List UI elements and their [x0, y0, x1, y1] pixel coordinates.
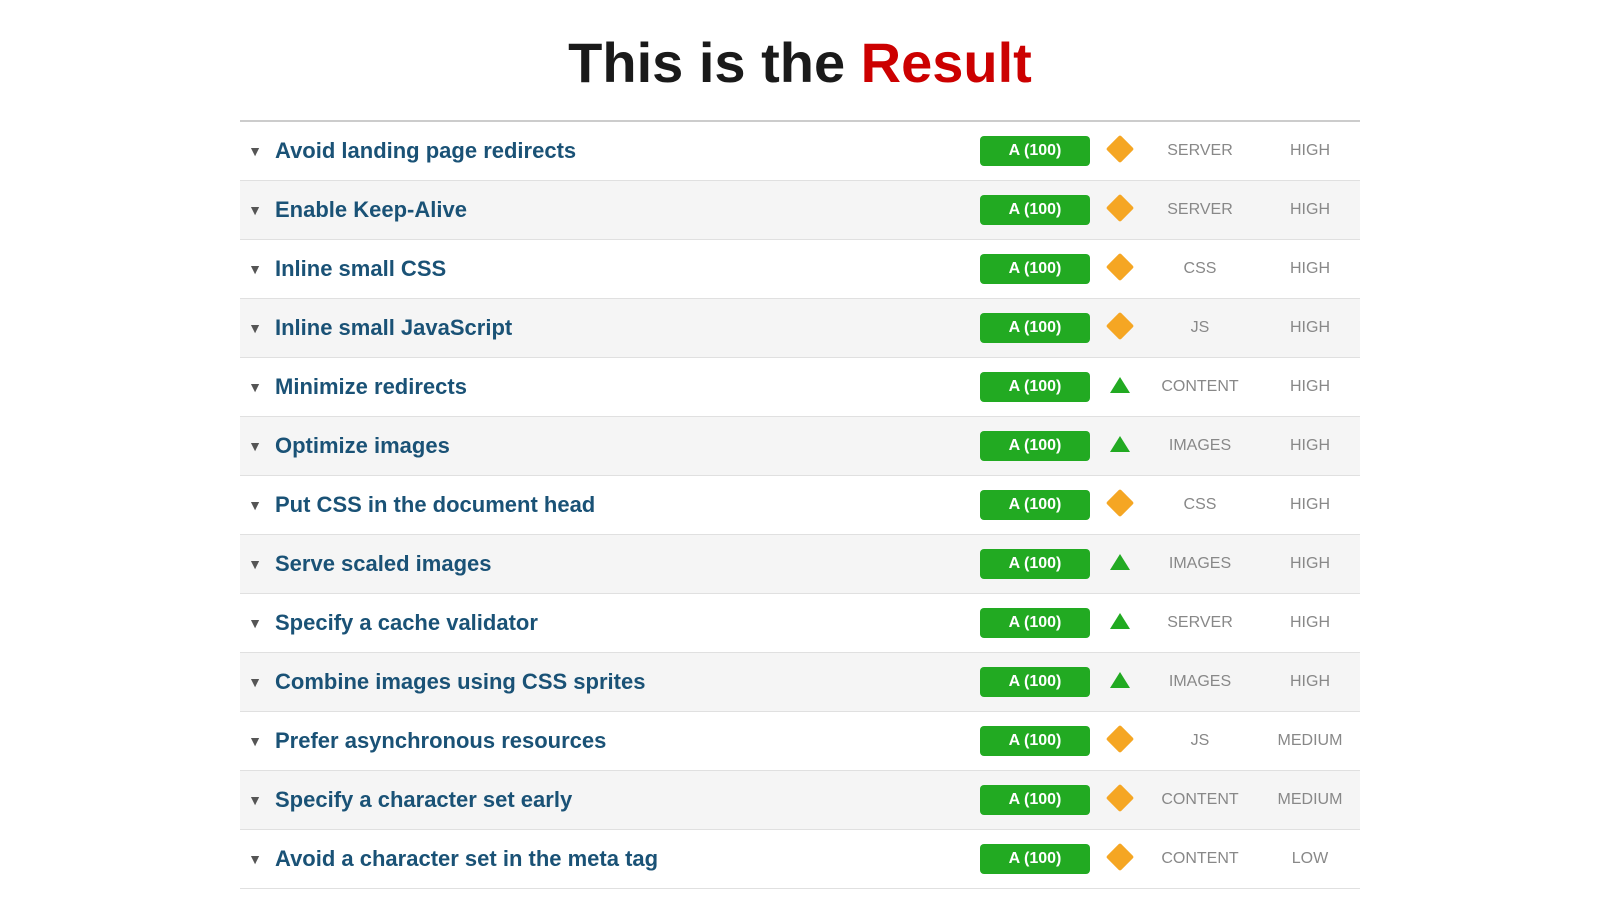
arrow-up-icon	[1110, 672, 1130, 688]
chevron-down-icon[interactable]: ▼	[240, 379, 270, 395]
priority-label: HIGH	[1260, 614, 1360, 632]
priority-label: HIGH	[1260, 378, 1360, 396]
priority-label: MEDIUM	[1260, 732, 1360, 750]
score-badge: A (100)	[980, 844, 1090, 874]
row-title: Minimize redirects	[270, 374, 980, 400]
row-title: Inline small CSS	[270, 256, 980, 282]
diamond-icon	[1106, 783, 1134, 811]
chevron-down-icon[interactable]: ▼	[240, 202, 270, 218]
table-row[interactable]: ▼Inline small CSSA (100) CSSHIGH	[240, 240, 1360, 299]
diamond-icon	[1106, 724, 1134, 752]
page-title: This is the Result	[0, 0, 1600, 120]
score-badge: A (100)	[980, 785, 1090, 815]
category-label: SERVER	[1140, 614, 1260, 632]
table-row[interactable]: ▼Avoid landing page redirectsA (100) SERV…	[240, 122, 1360, 181]
table-row[interactable]: ▼Put CSS in the document headA (100) CSSH…	[240, 476, 1360, 535]
diamond-icon	[1106, 252, 1134, 280]
chevron-down-icon[interactable]: ▼	[240, 143, 270, 159]
score-badge: A (100)	[980, 431, 1090, 461]
row-title: Enable Keep-Alive	[270, 197, 980, 223]
table-row[interactable]: ▼Specify a cache validatorA (100) SERVERH…	[240, 594, 1360, 653]
row-title: Avoid a character set in the meta tag	[270, 846, 980, 872]
diamond-icon	[1106, 488, 1134, 516]
row-title: Put CSS in the document head	[270, 492, 980, 518]
row-title: Avoid landing page redirects	[270, 138, 980, 164]
chevron-down-icon[interactable]: ▼	[240, 261, 270, 277]
diamond-icon	[1106, 842, 1134, 870]
row-title: Prefer asynchronous resources	[270, 728, 980, 754]
chevron-down-icon[interactable]: ▼	[240, 497, 270, 513]
table-row[interactable]: ▼Minimize redirectsA (100) CONTENTHIGH	[240, 358, 1360, 417]
table-row[interactable]: ▼Combine images using CSS spritesA (100)…	[240, 653, 1360, 712]
row-title: Specify a cache validator	[270, 610, 980, 636]
category-label: CONTENT	[1140, 850, 1260, 868]
score-badge: A (100)	[980, 195, 1090, 225]
category-label: CONTENT	[1140, 791, 1260, 809]
chevron-down-icon[interactable]: ▼	[240, 438, 270, 454]
arrow-up-icon	[1110, 613, 1130, 629]
diamond-icon	[1106, 134, 1134, 162]
table-row[interactable]: ▼Inline small JavaScriptA (100) JSHIGH	[240, 299, 1360, 358]
score-badge: A (100)	[980, 136, 1090, 166]
diamond-icon	[1106, 193, 1134, 221]
category-label: JS	[1140, 732, 1260, 750]
score-badge: A (100)	[980, 372, 1090, 402]
table-row[interactable]: ▼Serve scaled imagesA (100) IMAGESHIGH	[240, 535, 1360, 594]
score-badge: A (100)	[980, 608, 1090, 638]
score-badge: A (100)	[980, 313, 1090, 343]
row-title: Serve scaled images	[270, 551, 980, 577]
table-row[interactable]: ▼Prefer asynchronous resourcesA (100) JSM…	[240, 712, 1360, 771]
table-row[interactable]: ▼Specify a character set earlyA (100) CON…	[240, 771, 1360, 830]
score-badge: A (100)	[980, 667, 1090, 697]
category-label: CONTENT	[1140, 378, 1260, 396]
chevron-down-icon[interactable]: ▼	[240, 320, 270, 336]
row-title: Specify a character set early	[270, 787, 980, 813]
category-label: CSS	[1140, 496, 1260, 514]
score-badge: A (100)	[980, 726, 1090, 756]
priority-label: HIGH	[1260, 496, 1360, 514]
row-title: Optimize images	[270, 433, 980, 459]
chevron-down-icon[interactable]: ▼	[240, 851, 270, 867]
priority-label: HIGH	[1260, 142, 1360, 160]
category-label: SERVER	[1140, 201, 1260, 219]
priority-label: HIGH	[1260, 260, 1360, 278]
priority-label: MEDIUM	[1260, 791, 1360, 809]
priority-label: HIGH	[1260, 673, 1360, 691]
priority-label: HIGH	[1260, 437, 1360, 455]
category-label: IMAGES	[1140, 555, 1260, 573]
score-badge: A (100)	[980, 549, 1090, 579]
row-title: Combine images using CSS sprites	[270, 669, 980, 695]
chevron-down-icon[interactable]: ▼	[240, 556, 270, 572]
table-row[interactable]: ▼Avoid a character set in the meta tagA …	[240, 830, 1360, 889]
category-label: IMAGES	[1140, 437, 1260, 455]
arrow-up-icon	[1110, 436, 1130, 452]
priority-label: HIGH	[1260, 319, 1360, 337]
priority-label: HIGH	[1260, 555, 1360, 573]
priority-label: HIGH	[1260, 201, 1360, 219]
row-title: Inline small JavaScript	[270, 315, 980, 341]
score-badge: A (100)	[980, 490, 1090, 520]
category-label: JS	[1140, 319, 1260, 337]
diamond-icon	[1106, 311, 1134, 339]
chevron-down-icon[interactable]: ▼	[240, 615, 270, 631]
chevron-down-icon[interactable]: ▼	[240, 674, 270, 690]
chevron-down-icon[interactable]: ▼	[240, 733, 270, 749]
priority-label: LOW	[1260, 850, 1360, 868]
category-label: CSS	[1140, 260, 1260, 278]
results-table: ▼Avoid landing page redirectsA (100)SERV…	[240, 120, 1360, 889]
score-badge: A (100)	[980, 254, 1090, 284]
chevron-down-icon[interactable]: ▼	[240, 792, 270, 808]
category-label: SERVER	[1140, 142, 1260, 160]
arrow-up-icon	[1110, 554, 1130, 570]
table-row[interactable]: ▼Enable Keep-AliveA (100) SERVERHIGH	[240, 181, 1360, 240]
arrow-up-icon	[1110, 377, 1130, 393]
table-row[interactable]: ▼Optimize imagesA (100) IMAGESHIGH	[240, 417, 1360, 476]
category-label: IMAGES	[1140, 673, 1260, 691]
